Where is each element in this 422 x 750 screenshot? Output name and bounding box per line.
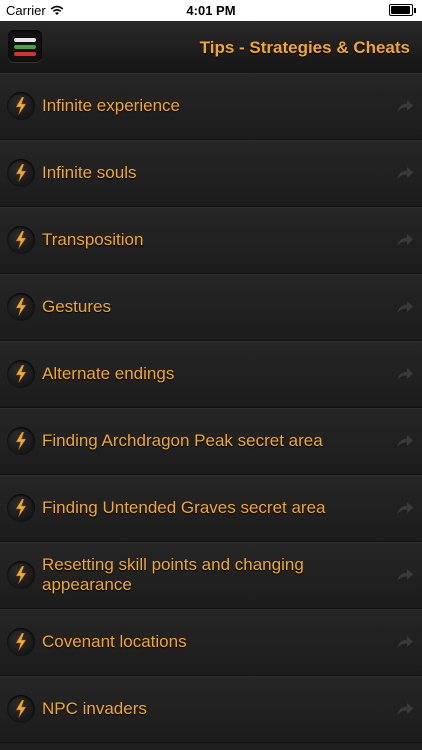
lightning-bolt-icon — [7, 628, 35, 656]
list-item-label: Infinite souls — [42, 163, 137, 182]
lightning-bolt-icon — [7, 226, 35, 254]
list-item-label: NPC invaders — [42, 699, 147, 718]
status-bar: Carrier 4:01 PM — [0, 0, 422, 21]
share-arrow-icon[interactable] — [396, 233, 414, 247]
list-item[interactable]: Infinite souls — [0, 140, 422, 207]
page-title: Tips - Strategies & Cheats — [199, 38, 410, 57]
share-arrow-icon[interactable] — [396, 434, 414, 448]
list-item[interactable]: Gestures — [0, 274, 422, 341]
share-arrow-icon[interactable] — [396, 501, 414, 515]
list-item-label: Resetting skill points and changing appe… — [42, 555, 304, 594]
menu-line-green — [14, 45, 36, 49]
lightning-bolt-icon — [7, 159, 35, 187]
battery-icon — [389, 4, 416, 16]
share-arrow-icon[interactable] — [396, 702, 414, 716]
share-arrow-icon[interactable] — [396, 367, 414, 381]
menu-line-white — [14, 38, 36, 42]
list-item[interactable]: Finding Archdragon Peak secret area — [0, 408, 422, 475]
list-item-label: Infinite experience — [42, 96, 180, 115]
list-item[interactable]: Finding Untended Graves secret area — [0, 475, 422, 542]
lightning-bolt-icon — [7, 360, 35, 388]
list-item[interactable]: Transposition — [0, 207, 422, 274]
list-item[interactable]: Infinite experience — [0, 73, 422, 140]
tips-list: Infinite experience Infinite souls Transpo… — [0, 73, 422, 743]
share-arrow-icon[interactable] — [396, 166, 414, 180]
lightning-bolt-icon — [7, 695, 35, 723]
status-time: 4:01 PM — [186, 3, 236, 18]
menu-button[interactable] — [8, 30, 42, 62]
list-item-label: Transposition — [42, 230, 144, 249]
navigation-bar: Tips - Strategies & Cheats — [0, 21, 422, 74]
share-arrow-icon[interactable] — [396, 568, 414, 582]
share-arrow-icon[interactable] — [396, 300, 414, 314]
share-arrow-icon[interactable] — [396, 99, 414, 113]
lightning-bolt-icon — [7, 427, 35, 455]
list-item-label: Alternate endings — [42, 364, 175, 383]
list-item-label: Finding Archdragon Peak secret area — [42, 431, 323, 450]
list-item[interactable]: Covenant locations — [0, 609, 422, 676]
list-item-label: Gestures — [42, 297, 111, 316]
list-item[interactable]: Alternate endings — [0, 341, 422, 408]
list-item-label: Finding Untended Graves secret area — [42, 498, 326, 517]
menu-line-red — [14, 52, 36, 56]
lightning-bolt-icon — [7, 561, 35, 589]
share-arrow-icon[interactable] — [396, 635, 414, 649]
list-item[interactable]: NPC invaders — [0, 676, 422, 743]
lightning-bolt-icon — [7, 293, 35, 321]
lightning-bolt-icon — [7, 92, 35, 120]
list-item[interactable]: Resetting skill points and changing appe… — [0, 542, 422, 609]
lightning-bolt-icon — [7, 494, 35, 522]
list-item-label: Covenant locations — [42, 632, 187, 651]
